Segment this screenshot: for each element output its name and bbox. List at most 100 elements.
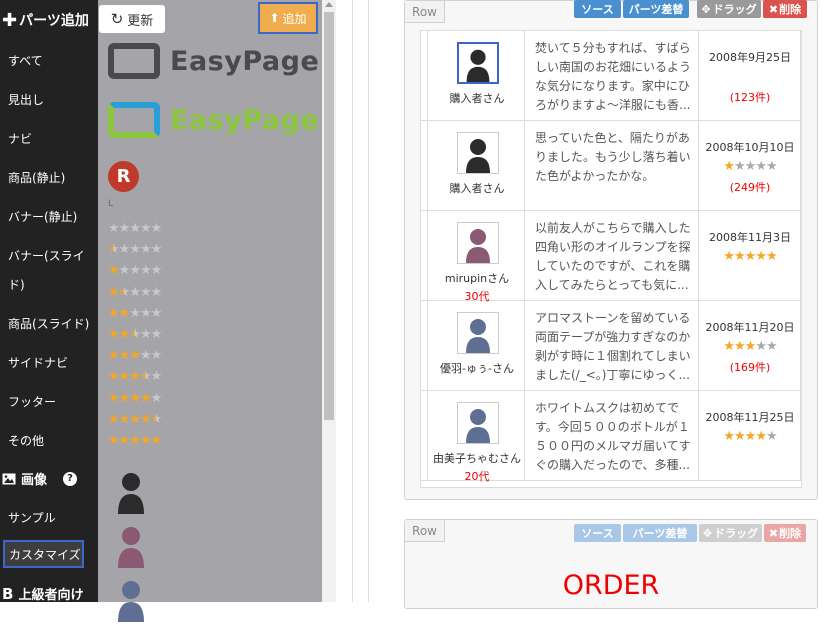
nav-item-product-slide[interactable]: 商品(スライド) <box>8 315 89 332</box>
delete-button[interactable]: ✖ 削除 <box>763 0 807 18</box>
parts-sidebar: ✚ パーツ追加 すべて 見出し ナビ 商品(静止) バナー(静止) バナー(スラ… <box>0 0 98 604</box>
star-icon: ★ <box>129 369 141 385</box>
star-rating-option[interactable]: ★★★★★ <box>108 369 162 385</box>
review-meta-cell: 2008年10月10日 ★★★★★ (249件) <box>699 121 801 210</box>
nav-item-banner-static[interactable]: バナー(静止) <box>8 208 77 225</box>
row-tag: Row <box>405 1 445 23</box>
star-rating-option[interactable]: ★★★★★ <box>108 264 162 278</box>
avatar-pink-icon[interactable] <box>116 524 146 570</box>
source-button[interactable]: ソース <box>574 0 621 18</box>
nav-item-heading[interactable]: 見出し <box>8 91 44 108</box>
add-parts-header[interactable]: ✚ パーツ追加 <box>2 6 98 34</box>
drag-handle[interactable]: ✥ ドラッグ <box>697 0 761 18</box>
drag-handle[interactable]: ✥ ドラッグ <box>699 524 762 542</box>
star-icon: ★ <box>765 159 778 174</box>
star-rating-option[interactable]: ★★★★★ <box>108 284 162 300</box>
image-section-header[interactable]: 画像 ? <box>2 469 78 488</box>
nav-item-footer[interactable]: フッター <box>8 393 56 410</box>
reviewer-avatar[interactable] <box>457 402 499 444</box>
star-icon: ★ <box>734 339 746 354</box>
star-rating-option[interactable]: ★★★★★ <box>108 433 162 448</box>
nav-item-banner-slide-wrap[interactable]: ド) <box>8 276 25 293</box>
reviewer-avatar[interactable] <box>457 222 499 264</box>
review-date: 2008年11月20日 <box>705 321 795 334</box>
star-rating-option[interactable]: ★★★★★ <box>108 222 162 236</box>
avatar-blue-icon[interactable] <box>116 578 146 624</box>
review-date: 2008年9月25日 <box>709 51 791 64</box>
plus-icon: ✚ <box>2 9 18 31</box>
star-icon: ★ <box>150 305 163 321</box>
swap-parts-button[interactable]: パーツ差替 <box>623 524 697 542</box>
reviewer-avatar[interactable] <box>457 42 499 84</box>
review-meta-cell: 2008年11月3日 ★★★★★ <box>699 211 801 300</box>
star-rating-option[interactable]: ★★★★★ <box>108 242 162 258</box>
review-cell: 焚いて５分もすれば、すばらしい南国のお花畑にいるような気分になります。家中にひろ… <box>525 31 699 120</box>
avatar-dark-icon[interactable] <box>116 470 146 516</box>
table-row: 購入者さん 思っていた色と、隔たりがありました。もう少し落ち着いた色がよかったかな… <box>421 121 801 211</box>
refresh-icon: ↻ <box>110 10 124 28</box>
star-icon: ★ <box>744 339 757 354</box>
star-icon: ★ <box>150 348 163 364</box>
swap-parts-button[interactable]: パーツ差替 <box>623 0 689 18</box>
star-icon: ★ <box>129 242 141 258</box>
review-count: (249件) <box>729 181 771 194</box>
palette-scrollbar[interactable] <box>322 0 336 602</box>
star-icon: ★ <box>118 242 131 258</box>
reviewer-avatar[interactable] <box>457 132 499 174</box>
star-icon: ★ <box>139 390 152 406</box>
easypage-logo-color[interactable]: EasyPage <box>108 102 319 138</box>
star-rating-option[interactable]: ★★★★★ <box>108 327 162 342</box>
star-icon: ★ <box>734 159 746 174</box>
star-rating-option[interactable]: ★★★★★ <box>108 305 163 321</box>
scrollbar-thumb[interactable] <box>324 12 334 420</box>
star-icon: ★ <box>118 348 131 364</box>
star-icon: ★ <box>118 284 131 300</box>
review-cell: アロマストーンを留めている両面テープが強力すぎなのか剥がす時に１個割れてしまいま… <box>525 301 699 390</box>
star-rating-option[interactable]: ★★★★★ <box>108 348 163 364</box>
star-icon: ★ <box>129 348 141 364</box>
nav-item-banner-slide[interactable]: バナー(スライ <box>8 247 85 264</box>
person-icon <box>466 409 490 443</box>
nav-item-other[interactable]: その他 <box>8 432 44 449</box>
canvas-guide <box>352 0 353 602</box>
source-button[interactable]: ソース <box>574 524 621 542</box>
easypage-logo-gray[interactable]: EasyPage <box>108 43 319 79</box>
star-icon: ★ <box>765 249 778 264</box>
star-icon: ★ <box>734 249 746 264</box>
add-button[interactable]: ⬆ 追加 <box>258 2 318 34</box>
delete-button[interactable]: ✖ 削除 <box>764 524 806 542</box>
nav-item-product-static[interactable]: 商品(静止) <box>8 169 65 186</box>
review-meta-cell: 2008年11月20日 ★★★★★ (169件) <box>699 301 801 390</box>
help-icon[interactable]: ? <box>63 471 78 486</box>
star-icon: ★ <box>129 433 141 448</box>
logo-text-color: EasyPage <box>170 104 320 136</box>
star-rating-option[interactable]: ★★★★★ <box>108 412 162 427</box>
star-icon: ★ <box>139 327 152 342</box>
reviewer-cell: 購入者さん <box>427 31 525 120</box>
rakuten-badge-icon[interactable]: R <box>108 161 139 192</box>
row-tag: Row <box>405 520 445 542</box>
advanced-section-header[interactable]: B 上級者向け <box>2 584 83 604</box>
reviewer-cell: 購入者さん <box>427 121 525 210</box>
person-icon <box>466 139 490 173</box>
reviewer-avatar[interactable] <box>457 312 499 354</box>
star-icon: ★ <box>755 429 767 444</box>
star-rating-option[interactable]: ★★★★★ <box>108 390 162 406</box>
nav-item-all[interactable]: すべて <box>8 52 43 69</box>
review-table: 購入者さん 焚いて５分もすれば、すばらしい南国のお花畑にいるような気分になります。… <box>420 30 802 488</box>
nav-item-navi[interactable]: ナビ <box>8 130 32 147</box>
star-icon: ★ <box>108 433 120 448</box>
star-icon: ★ <box>129 284 141 300</box>
star-icon: ★ <box>118 433 131 448</box>
nav-item-side-navi[interactable]: サイドナビ <box>8 354 68 371</box>
nav-item-sample[interactable]: サンプル <box>8 509 56 526</box>
reviewer-name: mirupinさん <box>444 272 510 285</box>
nav-item-customize[interactable]: カスタマイズ <box>3 540 84 568</box>
logo-mark-icon <box>108 43 160 79</box>
refresh-button[interactable]: ↻ 更新 <box>99 5 165 33</box>
scroll-up-arrow-icon[interactable] <box>325 2 333 7</box>
star-icon: ★ <box>108 305 120 321</box>
reviewer-cell: 由美子ちゃむさん 20代 <box>427 391 525 483</box>
reviewer-name: 購入者さん <box>449 182 505 195</box>
reviewer-cell: mirupinさん 30代 <box>427 211 525 303</box>
